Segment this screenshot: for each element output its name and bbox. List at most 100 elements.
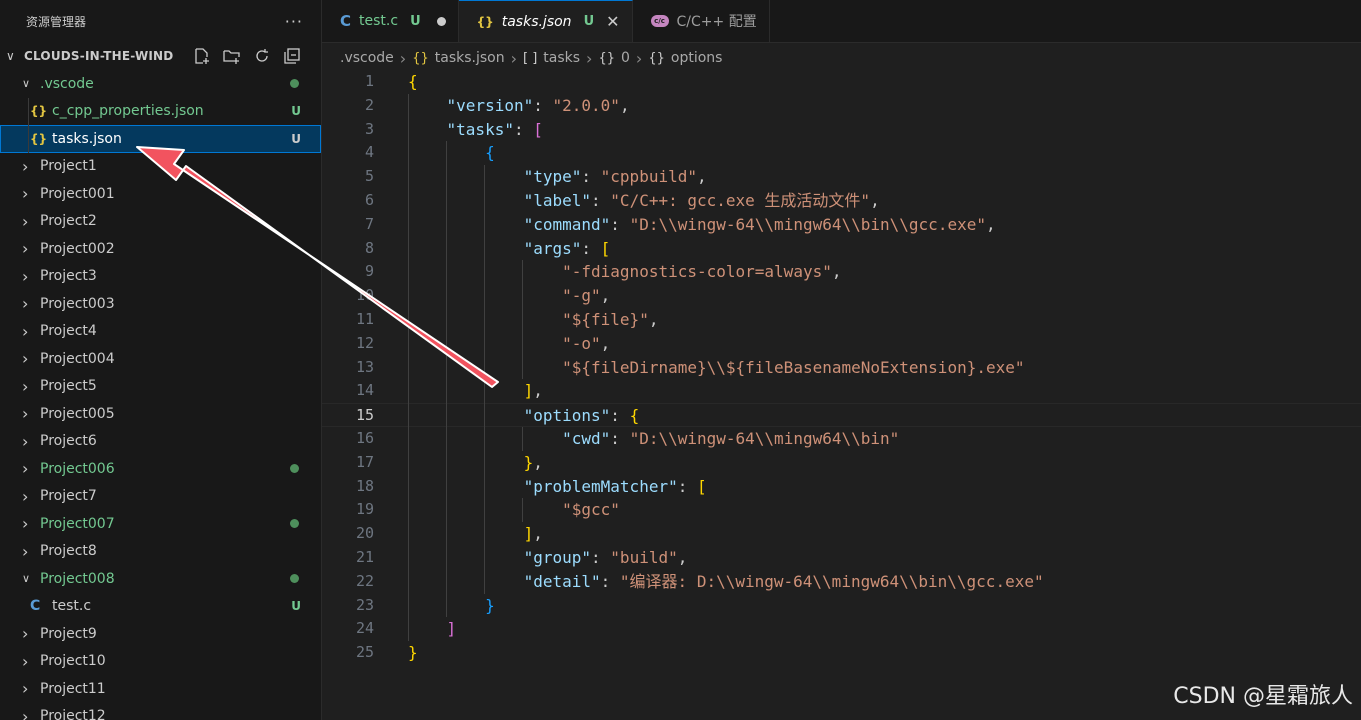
code-text: "args": [	[408, 237, 611, 261]
tree-folder[interactable]: › Project12	[0, 703, 321, 720]
more-actions-button[interactable]: ···	[285, 12, 303, 31]
tree-item-label: Project003	[40, 295, 115, 312]
editor-tab[interactable]: Ctest.c U	[322, 0, 459, 42]
tree-item-label: c_cpp_properties.json	[52, 103, 204, 120]
code-token: ,	[533, 381, 543, 401]
breadcrumb: .vscode › {} tasks.json › [ ] tasks › {} 0 › {} opti…	[322, 43, 1361, 73]
tab-git-status: U	[583, 14, 595, 29]
code-token: "command"	[523, 214, 611, 234]
tree-folder[interactable]: › Project8	[0, 538, 321, 566]
collapse-all-button[interactable]	[281, 46, 303, 66]
breadcrumb-item[interactable]: 0	[621, 50, 630, 66]
breadcrumb-item[interactable]: tasks.json	[435, 50, 505, 66]
tree-file[interactable]: {} tasks.json U	[0, 125, 321, 153]
workspace-folder-header[interactable]: ∨ CLOUDS-IN-THE-WIND	[0, 42, 321, 70]
code-text: "-o",	[408, 332, 610, 356]
line-number: 18	[355, 476, 374, 495]
refresh-button[interactable]	[251, 46, 273, 66]
tree-file[interactable]: Ctest.c U	[0, 593, 321, 621]
code-line: 2 "version": "2.0.0",	[322, 94, 1361, 118]
tree-item-label: Project8	[40, 543, 97, 560]
code-text: }	[408, 594, 495, 618]
code-view[interactable]: 1{2 "version": "2.0.0", 3 "tasks": [4 {5 …	[322, 70, 1361, 665]
code-token: "${file}"	[562, 309, 649, 329]
tree-folder[interactable]: › Project3	[0, 263, 321, 291]
tree-folder[interactable]: › Project001	[0, 180, 321, 208]
line-number: 1	[364, 72, 374, 90]
indent-guide	[484, 165, 485, 594]
code-token: "cwd"	[562, 428, 611, 448]
file-tree: ∨ .vscode {} c_cpp_properties.json U {} tasks.…	[0, 70, 321, 720]
editor-tab[interactable]: c/c C/C++ 配置	[633, 0, 770, 42]
breadcrumb-item[interactable]: .vscode	[340, 50, 394, 66]
tree-folder[interactable]: › Project1	[0, 153, 321, 181]
line-number: 21	[355, 547, 374, 566]
chevron-right-icon: ›	[22, 349, 29, 369]
code-token: "D:\\wingw-64\\mingw64\\bin\\gcc.exe"	[629, 214, 986, 234]
code-line: 17 },	[322, 451, 1361, 475]
tree-folder[interactable]: › Project11	[0, 675, 321, 703]
tree-folder[interactable]: › Project007	[0, 510, 321, 538]
tree-folder[interactable]: › Project2	[0, 208, 321, 236]
chevron-right-icon: ›	[22, 486, 29, 506]
code-token: }	[485, 595, 495, 615]
tree-folder[interactable]: › Project6	[0, 428, 321, 456]
tree-folder[interactable]: › Project7	[0, 483, 321, 511]
chevron-right-icon: ›	[22, 404, 29, 424]
unsaved-dot-icon[interactable]	[436, 16, 446, 26]
git-modified-dot	[290, 519, 299, 529]
code-token: "version"	[446, 95, 534, 115]
line-number: 19	[355, 500, 374, 519]
line-number: 16	[355, 428, 374, 447]
code-text: "tasks": [	[408, 118, 543, 142]
code-token: ,	[677, 547, 688, 567]
tree-item-label: Project11	[40, 680, 106, 697]
chevron-right-icon: ›	[22, 679, 29, 699]
tree-folder[interactable]: ∨ Project008	[0, 565, 321, 593]
new-folder-button[interactable]	[221, 46, 243, 66]
code-token: "-fdiagnostics-color=always"	[562, 262, 832, 282]
tree-folder[interactable]: › Project002	[0, 235, 321, 263]
tree-folder[interactable]: › Project4	[0, 318, 321, 346]
git-modified-dot	[290, 574, 299, 584]
new-file-button[interactable]	[191, 46, 213, 66]
tree-item-label: Project2	[40, 213, 97, 230]
tree-folder[interactable]: › Project004	[0, 345, 321, 373]
tree-folder[interactable]: › Project003	[0, 290, 321, 318]
breadcrumb-item[interactable]: tasks	[543, 50, 580, 66]
c-file-icon: C	[340, 12, 352, 30]
tree-file[interactable]: {} c_cpp_properties.json U	[0, 98, 321, 126]
code-token: :	[610, 406, 630, 426]
breadcrumb-item[interactable]: options	[671, 50, 723, 66]
line-number: 8	[364, 238, 374, 257]
tree-item-label: .vscode	[40, 75, 94, 92]
tree-folder[interactable]: › Project006	[0, 455, 321, 483]
json-file-icon: {}	[30, 104, 48, 119]
tree-item-label: Project004	[40, 350, 115, 367]
tree-folder[interactable]: › Project10	[0, 648, 321, 676]
explorer-header: 资源管理器 ···	[0, 0, 321, 42]
tree-folder[interactable]: › Project005	[0, 400, 321, 428]
code-token: :	[513, 119, 534, 139]
code-token: "-g"	[562, 286, 601, 306]
tree-folder[interactable]: ∨ .vscode	[0, 70, 321, 98]
tree-item-label: Project4	[40, 323, 97, 340]
chevron-right-icon: ›	[22, 431, 29, 451]
tree-folder[interactable]: › Project5	[0, 373, 321, 401]
close-icon[interactable]: ✕	[606, 12, 619, 31]
editor-tab[interactable]: {} tasks.json U ✕	[458, 0, 633, 42]
line-number: 7	[364, 214, 374, 233]
new-folder-icon	[223, 50, 240, 64]
tree-indent-guide	[28, 97, 29, 153]
explorer-sidebar: 资源管理器 ··· ∨ CLOUDS-IN-THE-WIND ∨ .vscode {…	[0, 0, 322, 720]
line-number: 25	[355, 643, 374, 662]
tree-folder[interactable]: › Project9	[0, 620, 321, 648]
code-line: 6 "label": "C/C++: gcc.exe 生成活动文件",	[322, 189, 1361, 213]
code-token: "detail"	[523, 571, 601, 591]
